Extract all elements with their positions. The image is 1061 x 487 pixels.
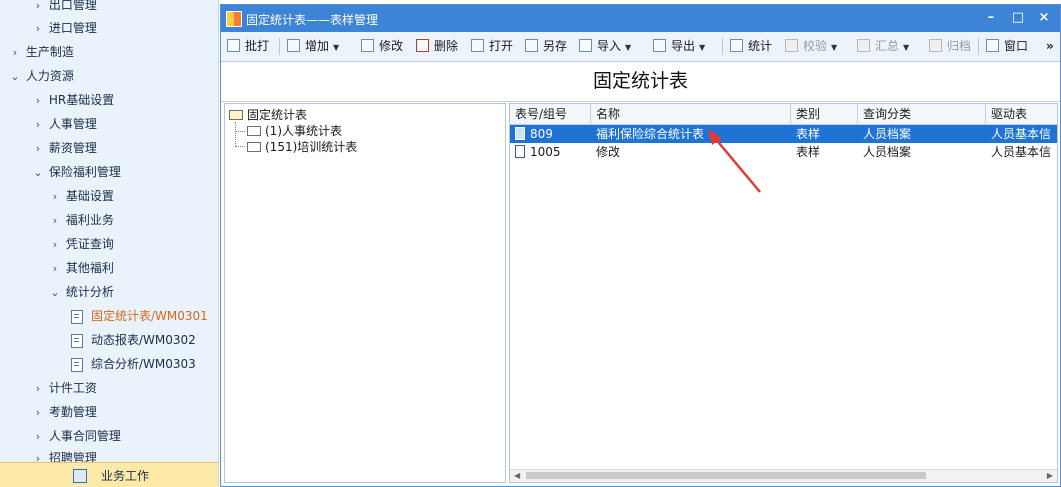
annotation-arrow — [708, 129, 761, 193]
